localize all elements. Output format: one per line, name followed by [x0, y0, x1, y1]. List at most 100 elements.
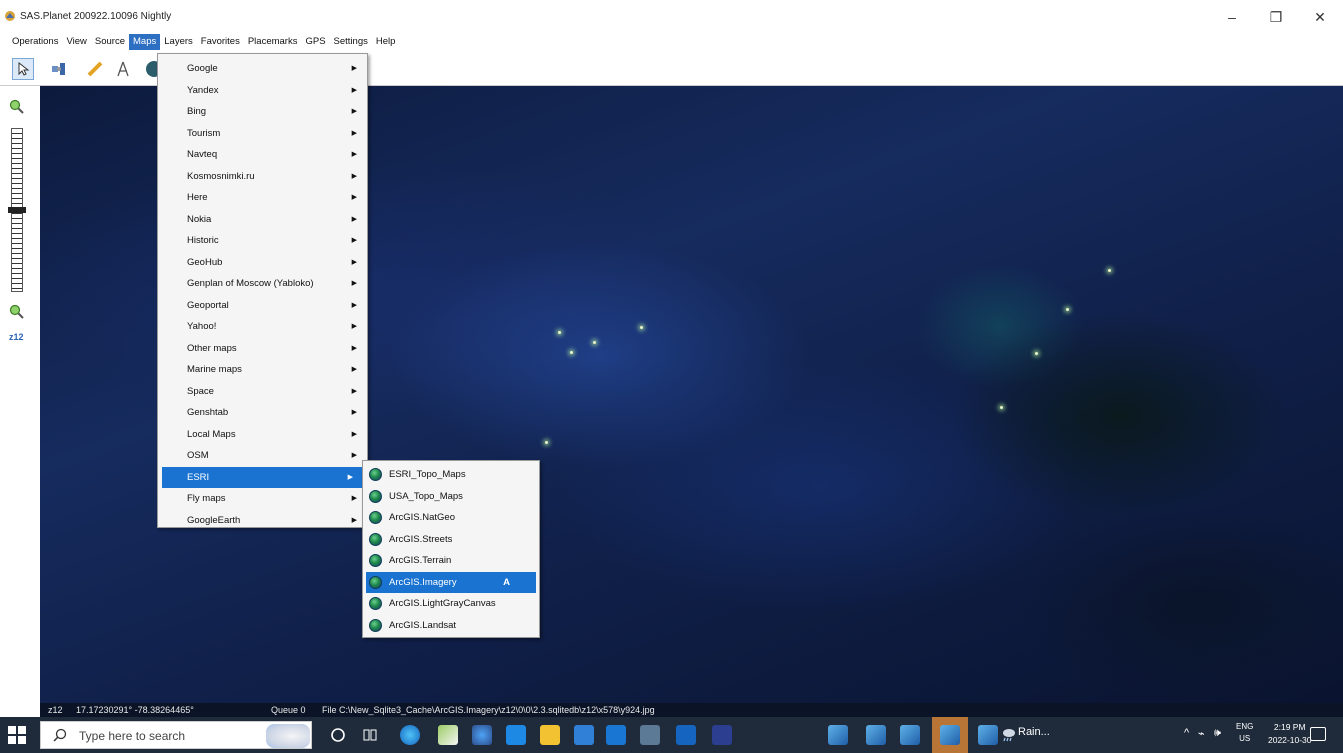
- language-top: ENG: [1236, 722, 1254, 731]
- menu-settings[interactable]: Settings: [330, 34, 372, 50]
- app-icon-green[interactable]: [438, 725, 458, 745]
- network-icon[interactable]: ⌁: [1198, 727, 1205, 740]
- mail-icon[interactable]: [506, 725, 526, 745]
- edge-browser-icon[interactable]: [400, 725, 420, 745]
- task-view-icon[interactable]: [362, 727, 378, 743]
- map-light-point: [545, 441, 548, 444]
- app-icon-tools[interactable]: [640, 725, 660, 745]
- submenu-arrow-icon: ▶: [351, 237, 357, 244]
- map-light-point: [558, 331, 561, 334]
- zoom-out-icon[interactable]: [9, 304, 25, 320]
- minimize-button[interactable]: –: [1210, 4, 1254, 30]
- esri-item-streets[interactable]: ArcGIS.Streets: [363, 529, 539, 551]
- submenu-arrow-icon: ▶: [351, 344, 357, 352]
- weather-rain-icon[interactable]: [1000, 727, 1016, 743]
- esri-item-topo-maps[interactable]: ESRI_Topo_Maps: [363, 464, 539, 486]
- menu-source[interactable]: Source: [91, 34, 129, 50]
- maps-menu-item-googleearth[interactable]: GoogleEarth ▶: [158, 510, 367, 532]
- maps-menu-item-genplan-moscow[interactable]: Genplan of Moscow (Yabloko) ▶: [158, 273, 367, 295]
- maps-menu-item-genshtab[interactable]: Genshtab ▶: [158, 402, 367, 424]
- maps-menu-item-space[interactable]: Space ▶: [158, 381, 367, 403]
- language-indicator[interactable]: ENG US: [1236, 721, 1253, 745]
- app-icon-chart[interactable]: [606, 725, 626, 745]
- menu-operations[interactable]: Operations: [8, 34, 62, 50]
- zoom-slider-thumb[interactable]: [8, 207, 26, 213]
- submenu-arrow-icon: ▶: [351, 430, 357, 438]
- search-placeholder: Type here to search: [79, 729, 186, 743]
- language-bottom: US: [1239, 734, 1251, 743]
- maps-menu-item-other-maps[interactable]: Other maps ▶: [158, 338, 367, 360]
- esri-item-lightgraycanvas[interactable]: ArcGIS.LightGrayCanvas: [363, 593, 539, 615]
- maps-menu-item-yandex[interactable]: Yandex ▶: [158, 80, 367, 102]
- sasplanet-icon[interactable]: [900, 725, 920, 745]
- task-view-circle-icon[interactable]: [330, 727, 346, 743]
- sasplanet-icon[interactable]: [828, 725, 848, 745]
- globe-icon: [369, 597, 382, 610]
- sasplanet-icon[interactable]: [940, 725, 960, 745]
- file-explorer-icon[interactable]: [540, 725, 560, 745]
- maps-menu-item-bing[interactable]: Bing ▶: [158, 101, 367, 123]
- menu-bar: Operations View Source Maps Layers Favor…: [0, 34, 1343, 52]
- zoom-in-icon[interactable]: [9, 99, 25, 115]
- menu-view[interactable]: View: [62, 34, 90, 50]
- menu-help[interactable]: Help: [372, 34, 400, 50]
- map-light-point: [570, 351, 573, 354]
- submenu-arrow-icon: ▶: [351, 301, 357, 309]
- menu-favorites[interactable]: Favorites: [197, 34, 244, 50]
- maps-menu-item-historic[interactable]: Historic ▶: [158, 230, 367, 252]
- maximize-button[interactable]: ❐: [1254, 4, 1298, 30]
- word-icon[interactable]: [676, 725, 696, 745]
- maps-menu-item-geohub[interactable]: GeoHub ▶: [158, 252, 367, 274]
- globe-icon: [369, 554, 382, 567]
- maps-menu-item-yahoo[interactable]: Yahoo! ▶: [158, 316, 367, 338]
- esri-item-imagery[interactable]: ArcGIS.Imagery A: [366, 571, 536, 593]
- submenu-arrow-icon: ▶: [351, 258, 357, 266]
- maps-menu-item-here[interactable]: Here ▶: [158, 187, 367, 209]
- menu-placemarks[interactable]: Placemarks: [244, 34, 302, 50]
- globe-icon: [369, 532, 382, 546]
- maps-menu-item-osm[interactable]: OSM ▶: [158, 445, 367, 467]
- maps-menu-item-kosmosnimki[interactable]: Kosmosnimki.ru ▶: [158, 166, 367, 188]
- esri-item-natgeo[interactable]: ArcGIS.NatGeo: [363, 507, 539, 529]
- status-file-path: File C:\New_Sqlite3_Cache\ArcGIS.Imagery…: [322, 705, 655, 715]
- submenu-arrow-icon: ▶: [351, 280, 357, 287]
- menu-layers[interactable]: Layers: [160, 34, 197, 50]
- submenu-arrow-icon: ▶: [351, 215, 357, 223]
- close-button[interactable]: ✕: [1298, 4, 1342, 30]
- maps-menu-item-tourism[interactable]: Tourism ▶: [158, 123, 367, 145]
- chevron-up-icon[interactable]: ^: [1184, 727, 1189, 739]
- compass-icon[interactable]: [112, 58, 134, 80]
- sasplanet-icon[interactable]: [978, 725, 998, 745]
- esri-item-usa-topo-maps[interactable]: USA_Topo_Maps: [363, 486, 539, 508]
- app-icon-blue-circle[interactable]: [472, 725, 492, 745]
- globe-icon: [369, 489, 382, 503]
- menu-gps[interactable]: GPS: [301, 34, 329, 50]
- sasplanet-icon[interactable]: [866, 725, 886, 745]
- weather-label[interactable]: Rain...: [1018, 726, 1050, 738]
- maps-menu-item-fly-maps[interactable]: Fly maps ▶: [158, 488, 367, 510]
- esri-item-terrain[interactable]: ArcGIS.Terrain: [363, 550, 539, 572]
- shortcut-label: A: [503, 576, 510, 588]
- app-icon-dark[interactable]: [712, 725, 732, 745]
- clock-time: 2:19 PM: [1273, 722, 1306, 732]
- maps-menu-item-navteq[interactable]: Navteq ▶: [158, 144, 367, 166]
- esri-item-landsat[interactable]: ArcGIS.Landsat: [363, 615, 539, 637]
- maps-menu-item-local-maps[interactable]: Local Maps ▶: [158, 424, 367, 446]
- volume-icon[interactable]: 🕪: [1214, 727, 1221, 740]
- maps-menu-item-nokia[interactable]: Nokia ▶: [158, 209, 367, 231]
- notification-icon[interactable]: [1310, 727, 1326, 741]
- taskbar-search-box[interactable]: Type here to search: [40, 721, 312, 749]
- maps-menu-item-esri[interactable]: ESRI ▶: [162, 466, 363, 488]
- cursor-icon[interactable]: [12, 58, 34, 80]
- status-bar: z12 17.17230291° -78.38264465° Queue 0 F…: [40, 703, 1343, 717]
- windows-start-icon[interactable]: [8, 726, 26, 744]
- satellite-icon[interactable]: [48, 58, 70, 80]
- submenu-arrow-icon: ▶: [347, 473, 353, 481]
- ruler-icon[interactable]: [84, 58, 106, 80]
- maps-menu-item-google[interactable]: Google ▶: [158, 58, 367, 80]
- maps-menu-item-geoportal[interactable]: Geoportal ▶: [158, 295, 367, 317]
- maps-menu-item-marine-maps[interactable]: Marine maps ▶: [158, 359, 367, 381]
- menu-maps[interactable]: Maps: [129, 34, 161, 50]
- system-clock[interactable]: 2:19 PM 2022-10-30: [1268, 721, 1311, 747]
- calendar-icon[interactable]: [574, 725, 594, 745]
